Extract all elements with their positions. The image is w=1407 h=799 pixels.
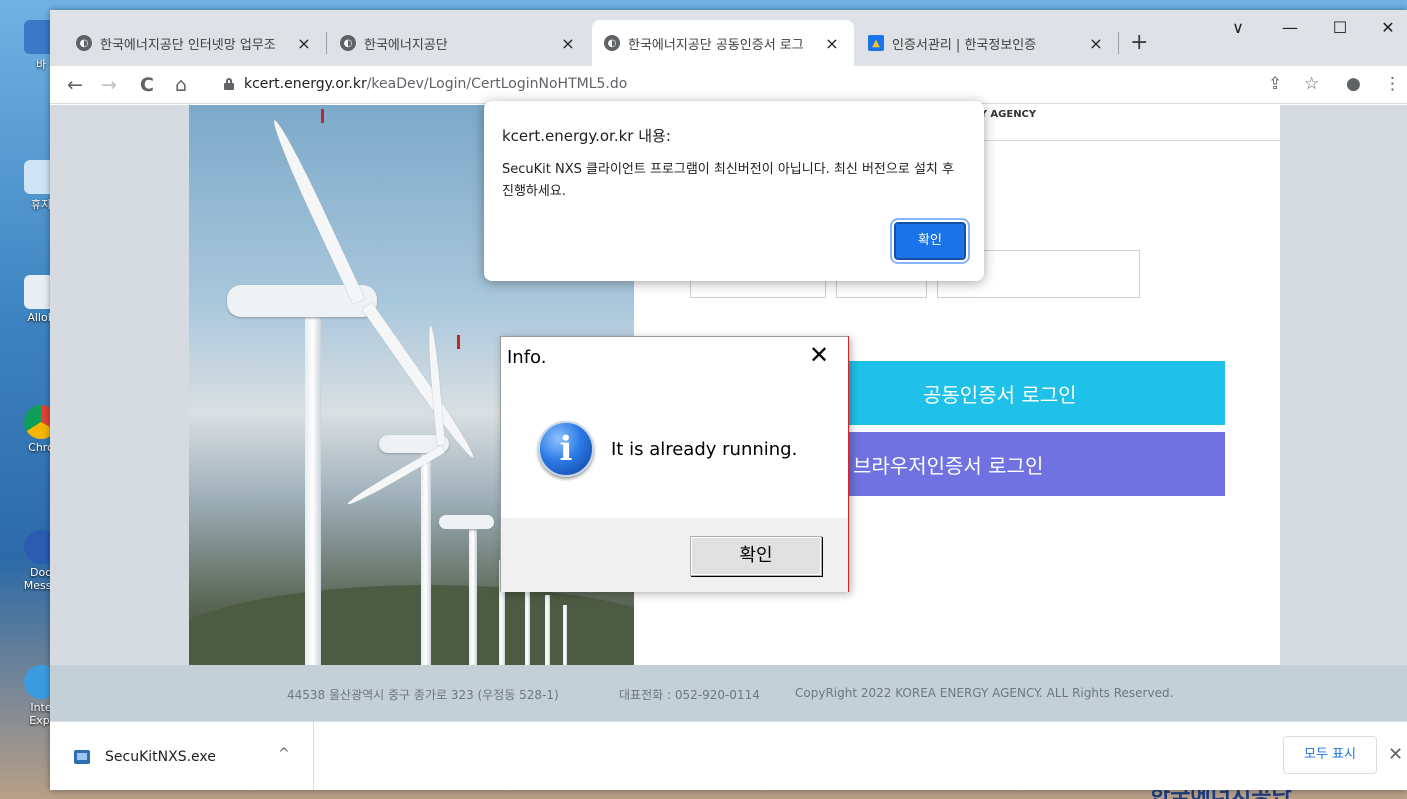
tab-close-icon[interactable]: × <box>822 34 842 53</box>
tab-cert-login[interactable]: ◐ 한국에너지공단 공동인증서 로그 × <box>592 20 854 66</box>
globe-icon: ◐ <box>76 35 92 51</box>
tab-label: 한국에너지공단 공동인증서 로그 <box>628 37 804 53</box>
tab-label: 한국에너지공단 인터넷망 업무조 <box>100 37 276 53</box>
tab-label: 한국에너지공단 <box>364 37 448 53</box>
tab-kea[interactable]: ◐ 한국에너지공단 × <box>328 20 590 66</box>
close-window-button[interactable]: ✕ <box>1368 18 1407 37</box>
info-ok-button[interactable]: 확인 <box>690 536 822 576</box>
info-dialog-message: It is already running. <box>611 439 798 460</box>
browser-alert-dialog: kcert.energy.or.kr 내용: SecuKit NXS 클라이언트… <box>484 101 984 281</box>
url-host: kcert.energy.or.kr <box>244 76 367 92</box>
close-download-bar-icon[interactable]: ✕ <box>1388 744 1403 765</box>
tab-search-button[interactable]: ∨ <box>1218 18 1258 37</box>
show-all-button[interactable]: 모두 표시 <box>1283 736 1377 774</box>
back-button[interactable]: ← <box>62 72 88 98</box>
footer-copyright: CopyRight 2022 KOREA ENERGY AGENCY. ALL … <box>795 686 1174 700</box>
bookmark-star-icon[interactable]: ☆ <box>1304 74 1319 94</box>
desktop-icon-label: 휴지 <box>30 198 52 211</box>
tab-close-icon[interactable]: × <box>1086 34 1106 53</box>
footer-address: 44538 울산광역시 중구 종가로 323 (우정동 528-1) <box>287 688 559 702</box>
profile-avatar-icon[interactable]: ● <box>1346 74 1361 94</box>
cert-login-button[interactable]: 공동인증서 로그인 <box>849 361 1225 425</box>
tab-cert-management[interactable]: ▲ 인증서관리 | 한국정보인증 × <box>856 20 1118 66</box>
address-toolbar: ← → C ⌂ kcert.energy.or.kr/keaDev/Login/… <box>50 66 1407 104</box>
share-icon[interactable]: ⇪ <box>1268 74 1282 94</box>
alert-ok-button[interactable]: 확인 <box>894 222 966 260</box>
tab-bar: ◐ 한국에너지공단 인터넷망 업무조 × ◐ 한국에너지공단 × ◐ 한국에너지… <box>50 10 1407 66</box>
forward-button[interactable]: → <box>96 72 122 98</box>
tab-label: 인증서관리 | 한국정보인증 <box>892 37 1037 53</box>
tab-separator <box>326 32 327 54</box>
page-footer: 44538 울산광역시 중구 종가로 323 (우정동 528-1) 대표전화 … <box>50 665 1407 721</box>
url-text[interactable]: kcert.energy.or.kr/keaDev/Login/CertLogi… <box>244 76 627 92</box>
desktop-icon-label: 바 <box>35 58 47 71</box>
info-icon: i <box>538 421 594 477</box>
tab-intranet[interactable]: ◐ 한국에너지공단 인터넷망 업무조 × <box>64 20 326 66</box>
kica-icon: ▲ <box>868 35 884 51</box>
chrome-menu-icon[interactable]: ⋮ <box>1384 74 1401 94</box>
info-dialog: Info. ✕ i It is already running. 확인 <box>500 336 849 592</box>
reload-button[interactable]: C <box>134 72 160 98</box>
globe-icon: ◐ <box>604 35 620 51</box>
download-item[interactable]: SecuKitNXS.exe ^ <box>50 722 314 790</box>
chevron-up-icon[interactable]: ^ <box>278 746 290 762</box>
lock-icon <box>224 78 234 90</box>
download-shelf: SecuKitNXS.exe ^ 모두 표시 ✕ <box>50 721 1407 790</box>
home-button[interactable]: ⌂ <box>168 72 194 98</box>
download-file-name: SecuKitNXS.exe <box>105 749 216 765</box>
footer-phone: 대표전화 : 052-920-0114 <box>619 688 760 702</box>
info-dialog-title: Info. <box>507 347 547 368</box>
tab-close-icon[interactable]: × <box>294 34 314 53</box>
browser-cert-login-button[interactable]: 브라우저인증서 로그인 <box>849 432 1225 496</box>
maximize-button[interactable]: ☐ <box>1320 18 1360 37</box>
tab-separator <box>1118 32 1119 54</box>
exe-file-icon <box>74 750 90 764</box>
minimize-button[interactable]: — <box>1270 18 1310 37</box>
tab-close-icon[interactable]: × <box>558 34 578 53</box>
alert-title: kcert.energy.or.kr 내용: <box>502 127 671 145</box>
address-bar[interactable]: kcert.energy.or.kr/keaDev/Login/CertLogi… <box>206 70 1306 100</box>
alert-message: SecuKit NXS 클라이언트 프로그램이 최신버전이 아닙니다. 최신 버… <box>502 162 954 199</box>
info-dialog-footer: 확인 <box>501 518 848 592</box>
new-tab-button[interactable]: + <box>1130 30 1148 55</box>
close-icon[interactable]: ✕ <box>809 341 829 369</box>
globe-icon: ◐ <box>340 35 356 51</box>
url-path: /keaDev/Login/CertLoginNoHTML5.do <box>366 76 628 92</box>
